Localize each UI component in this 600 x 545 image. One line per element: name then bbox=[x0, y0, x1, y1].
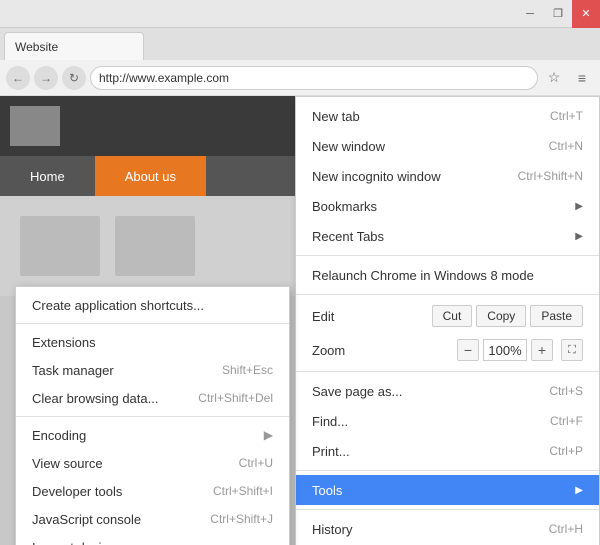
tools-submenu-separator-1 bbox=[16, 323, 289, 324]
menu-edit-row: Edit Cut Copy Paste bbox=[296, 299, 599, 333]
tools-submenu-item-task-manager[interactable]: Task manager Shift+Esc bbox=[16, 356, 289, 384]
tools-submenu-item-encoding[interactable]: Encoding ▶ bbox=[16, 421, 289, 449]
menu-separator-2 bbox=[296, 294, 599, 295]
zoom-minus-button[interactable]: − bbox=[457, 339, 479, 361]
chrome-menu: New tab Ctrl+T New window Ctrl+N New inc… bbox=[295, 96, 600, 545]
tools-submenu-item-create[interactable]: Create application shortcuts... bbox=[16, 291, 289, 319]
menu-separator-3 bbox=[296, 371, 599, 372]
tab-label: Website bbox=[15, 40, 58, 54]
address-bar[interactable] bbox=[90, 66, 538, 90]
menu-zoom-row: Zoom − 100% + ⛶ bbox=[296, 333, 599, 367]
title-bar: ─ ❐ ✕ bbox=[0, 0, 600, 28]
zoom-value: 100% bbox=[483, 339, 527, 361]
edit-buttons: Cut Copy Paste bbox=[432, 305, 583, 327]
menu-new-tab[interactable]: New tab Ctrl+T bbox=[296, 101, 599, 131]
content-block-1 bbox=[20, 216, 100, 276]
copy-button[interactable]: Copy bbox=[476, 305, 526, 327]
fullscreen-button[interactable]: ⛶ bbox=[561, 339, 583, 361]
tools-submenu-item-developer-tools[interactable]: Developer tools Ctrl+Shift+I bbox=[16, 477, 289, 505]
cut-button[interactable]: Cut bbox=[432, 305, 473, 327]
menu-find[interactable]: Find... Ctrl+F bbox=[296, 406, 599, 436]
content-block-2 bbox=[115, 216, 195, 276]
menu-save-page[interactable]: Save page as... Ctrl+S bbox=[296, 376, 599, 406]
menu-history[interactable]: History Ctrl+H bbox=[296, 514, 599, 544]
browser-window: ─ ❐ ✕ Website ← → ↻ ☆ ≡ Home bbox=[0, 0, 600, 545]
bookmark-icon[interactable]: ☆ bbox=[542, 66, 566, 90]
tools-submenu-separator-2 bbox=[16, 416, 289, 417]
menu-tools[interactable]: Tools ▶ bbox=[296, 475, 599, 505]
tools-submenu-item-javascript-console[interactable]: JavaScript console Ctrl+Shift+J bbox=[16, 505, 289, 533]
tab-website[interactable]: Website bbox=[4, 32, 144, 60]
toolbar-icons: ☆ ≡ bbox=[542, 66, 594, 90]
menu-bookmarks[interactable]: Bookmarks ▶ bbox=[296, 191, 599, 221]
site-logo bbox=[10, 106, 60, 146]
maximize-button[interactable]: ❐ bbox=[544, 0, 572, 28]
tab-bar: Website bbox=[0, 28, 600, 60]
paste-button[interactable]: Paste bbox=[530, 305, 583, 327]
zoom-controls: − 100% + ⛶ bbox=[457, 339, 583, 361]
refresh-button[interactable]: ↻ bbox=[62, 66, 86, 90]
tools-submenu-item-extensions[interactable]: Extensions bbox=[16, 328, 289, 356]
menu-new-incognito[interactable]: New incognito window Ctrl+Shift+N bbox=[296, 161, 599, 191]
menu-recent-tabs[interactable]: Recent Tabs ▶ bbox=[296, 221, 599, 251]
minimize-button[interactable]: ─ bbox=[516, 0, 544, 28]
page-content: Home About us Shi $ Create application s… bbox=[0, 96, 600, 545]
back-button[interactable]: ← bbox=[6, 66, 30, 90]
menu-new-window[interactable]: New window Ctrl+N bbox=[296, 131, 599, 161]
zoom-plus-button[interactable]: + bbox=[531, 339, 553, 361]
menu-print[interactable]: Print... Ctrl+P bbox=[296, 436, 599, 466]
tools-submenu-item-view-source[interactable]: View source Ctrl+U bbox=[16, 449, 289, 477]
menu-separator-1 bbox=[296, 255, 599, 256]
nav-about[interactable]: About us bbox=[95, 156, 206, 196]
nav-home[interactable]: Home bbox=[0, 156, 95, 196]
forward-button[interactable]: → bbox=[34, 66, 58, 90]
menu-relaunch-win8[interactable]: Relaunch Chrome in Windows 8 mode bbox=[296, 260, 599, 290]
menu-separator-5 bbox=[296, 509, 599, 510]
tools-submenu-item-clear-browsing[interactable]: Clear browsing data... Ctrl+Shift+Del bbox=[16, 384, 289, 412]
tools-submenu-item-inspect-devices[interactable]: Inspect devices bbox=[16, 533, 289, 545]
close-button[interactable]: ✕ bbox=[572, 0, 600, 28]
menu-icon[interactable]: ≡ bbox=[570, 66, 594, 90]
tools-submenu: Create application shortcuts... Extensio… bbox=[15, 286, 290, 545]
toolbar: ← → ↻ ☆ ≡ bbox=[0, 60, 600, 96]
menu-separator-4 bbox=[296, 470, 599, 471]
